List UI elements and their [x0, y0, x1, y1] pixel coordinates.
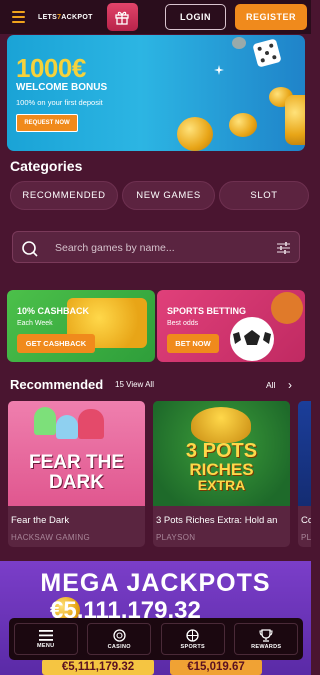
game-provider: HACKSAW GAMING [11, 533, 91, 542]
coin-decoration [177, 117, 213, 151]
category-slot[interactable]: SLOT [219, 181, 309, 210]
bottom-navigation: MENU CASINO SPORTS REWARDS [9, 618, 303, 660]
pot-art [191, 407, 251, 443]
sparkle-icon [214, 65, 224, 75]
ghost-art [78, 409, 104, 439]
category-new-games[interactable]: NEW GAMES [122, 181, 215, 210]
coin-decoration [285, 95, 305, 145]
game-name: Fear the Dark [11, 515, 70, 526]
nav-label: REWARDS [251, 643, 282, 650]
bonus-title: WELCOME BONUS [16, 82, 108, 93]
jackpot-value-1: €5,111,179.32 [42, 659, 154, 675]
recommended-count[interactable]: 15 View All [115, 380, 154, 389]
search-bar[interactable] [12, 231, 300, 263]
jackpot-value-2: €15,019.67 [170, 659, 262, 675]
sports-betting-promo-card[interactable]: SPORTS BETTING Best odds BET NOW [157, 290, 305, 362]
nav-label: MENU [37, 642, 55, 649]
promo-subtitle: Each Week [17, 320, 53, 327]
search-icon [22, 241, 38, 257]
casino-chip-icon [113, 628, 126, 642]
get-cashback-button[interactable]: GET CASHBACK [17, 334, 95, 353]
categories-heading: Categories [10, 158, 83, 174]
recommended-heading: Recommended [10, 377, 104, 392]
game-name: Co [301, 515, 311, 526]
game-provider: PL [301, 533, 311, 542]
filter-sliders-icon[interactable] [277, 242, 290, 254]
game-card-fear-the-dark[interactable]: FEAR THE DARK Fear the Dark HACKSAW GAMI… [8, 401, 145, 547]
dice-decoration [252, 38, 282, 68]
site-logo[interactable]: LETS7ACKPOT [38, 14, 93, 21]
promo-title: SPORTS BETTING [167, 306, 247, 316]
art-title: 3 POTS RICHES EXTRA [185, 440, 258, 493]
coin-decoration [232, 37, 246, 49]
soccer-ball-icon [230, 317, 274, 361]
category-recommended[interactable]: RECOMMENDED [10, 181, 118, 210]
basketball-icon [186, 628, 199, 642]
chevron-right-icon[interactable]: › [288, 378, 292, 392]
view-all-link[interactable]: All [266, 380, 275, 390]
search-input[interactable] [55, 239, 265, 256]
nav-menu[interactable]: MENU [13, 623, 78, 655]
gift-button[interactable] [106, 3, 138, 31]
mega-jackpots-title: MEGA JACKPOTS [40, 569, 271, 597]
basketball-decoration [271, 292, 303, 324]
nav-rewards[interactable]: REWARDS [234, 623, 299, 655]
login-button[interactable]: LOGIN [165, 4, 226, 30]
welcome-bonus-banner[interactable]: 1000€ WELCOME BONUS 100% on your first d… [7, 35, 305, 151]
game-name: 3 Pots Riches Extra: Hold an [156, 515, 278, 526]
art-title: FEAR THE DARK [29, 452, 124, 493]
ghost-art [56, 415, 78, 439]
game-thumbnail [298, 401, 311, 506]
trophy-icon [259, 628, 273, 642]
game-provider: PLAYSON [156, 533, 196, 542]
coin-decoration [229, 113, 257, 137]
bonus-amount: 1000€ [16, 53, 86, 83]
ghost-art [34, 407, 56, 435]
menu-icon [38, 629, 53, 641]
nav-sports[interactable]: SPORTS [160, 623, 225, 655]
game-card-partial[interactable]: Co PL [298, 401, 311, 547]
nav-casino[interactable]: CASINO [87, 623, 152, 655]
bet-now-button[interactable]: BET NOW [167, 334, 219, 353]
hamburger-menu-icon[interactable] [4, 0, 32, 34]
gift-icon [115, 11, 129, 25]
game-thumbnail: FEAR THE DARK [8, 401, 145, 506]
cashback-promo-card[interactable]: 10% CASHBACK Each Week GET CASHBACK [7, 290, 155, 362]
game-thumbnail: 3 POTS RICHES EXTRA [153, 401, 290, 506]
promo-title: 10% CASHBACK [17, 306, 90, 316]
request-now-button[interactable]: REQUEST NOW [16, 114, 78, 132]
nav-label: CASINO [107, 643, 131, 650]
game-card-3-pots-riches[interactable]: 3 POTS RICHES EXTRA 3 Pots Riches Extra:… [153, 401, 290, 547]
promo-subtitle: Best odds [167, 320, 199, 327]
register-button[interactable]: REGISTER [235, 4, 307, 30]
bonus-subtitle: 100% on your first deposit [16, 98, 103, 107]
nav-label: SPORTS [180, 643, 205, 650]
